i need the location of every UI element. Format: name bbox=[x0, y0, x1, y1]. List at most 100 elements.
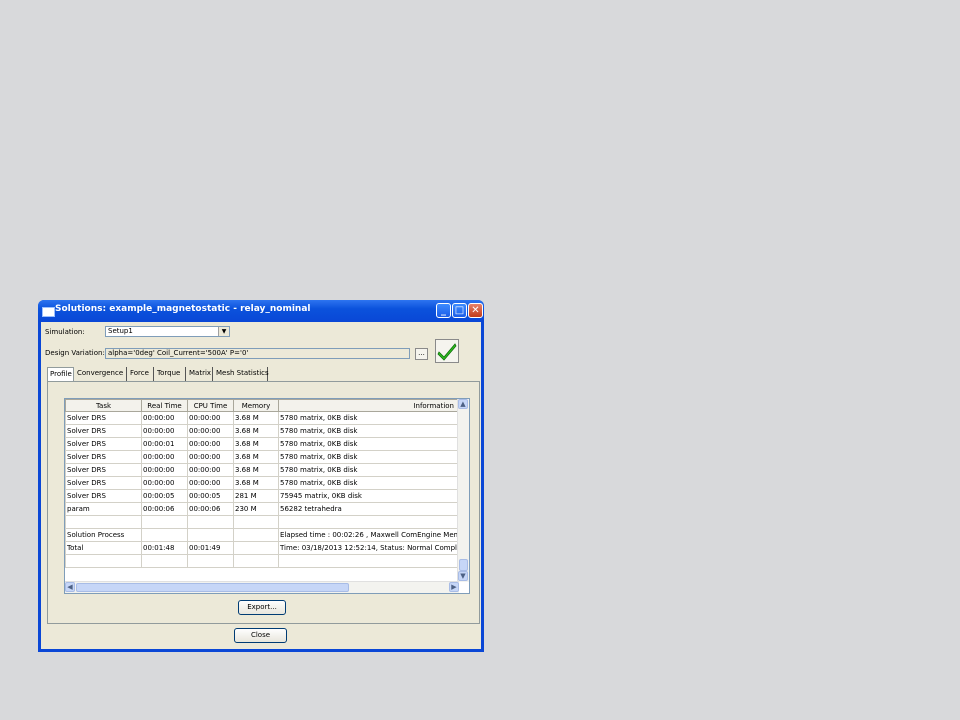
simulation-label: Simulation: bbox=[45, 328, 85, 336]
table-cell: 230 M bbox=[233, 502, 279, 516]
table-cell: 5780 matrix, 0KB disk bbox=[278, 450, 459, 464]
tab-profile[interactable]: Profile bbox=[47, 367, 74, 382]
browse-variation-button[interactable]: ... bbox=[415, 348, 428, 360]
table-cell: 00:01:48 bbox=[141, 541, 188, 555]
table-cell bbox=[233, 515, 279, 529]
table-cell: 00:00:00 bbox=[187, 424, 234, 438]
table-cell: 5780 matrix, 0KB disk bbox=[278, 463, 459, 477]
table-cell: 3.68 M bbox=[233, 476, 279, 490]
chevron-down-icon[interactable]: ▼ bbox=[218, 327, 229, 336]
table-cell: Solver DRS bbox=[65, 489, 142, 503]
scroll-right-icon[interactable]: ▶ bbox=[449, 582, 459, 592]
close-button[interactable]: Close bbox=[234, 628, 287, 643]
column-header-cpu-time[interactable]: CPU Time bbox=[187, 399, 234, 412]
profile-panel: Task Real Time CPU Time Memory Informati… bbox=[47, 381, 480, 624]
dialog-body: Simulation: Setup1 ▼ Design Variation: a… bbox=[41, 322, 481, 649]
status-check-icon bbox=[435, 339, 459, 363]
table-cell bbox=[65, 515, 142, 529]
window-title: Solutions: example_magnetostatic - relay… bbox=[55, 304, 311, 314]
simulation-value: Setup1 bbox=[108, 327, 133, 335]
horizontal-scrollbar[interactable]: ◀ ▶ bbox=[65, 581, 459, 593]
table-cell: 3.68 M bbox=[233, 437, 279, 451]
column-header-task[interactable]: Task bbox=[65, 399, 142, 412]
table-cell bbox=[278, 554, 459, 568]
table-row[interactable]: Solver DRS 00:00:00 00:00:00 3.68 M 5780 mat… bbox=[65, 424, 459, 438]
table-row[interactable]: Solver DRS 00:00:05 00:00:05 281 M 75945 mat… bbox=[65, 489, 459, 503]
table-cell bbox=[233, 528, 279, 542]
table-cell: Solver DRS bbox=[65, 463, 142, 477]
table-cell: 3.68 M bbox=[233, 411, 279, 425]
table-cell: 5780 matrix, 0KB disk bbox=[278, 411, 459, 425]
table-cell: 00:00:00 bbox=[187, 476, 234, 490]
minimize-button[interactable]: _ bbox=[436, 303, 451, 318]
table-cell: 00:00:05 bbox=[187, 489, 234, 503]
simulation-select[interactable]: Setup1 ▼ bbox=[105, 326, 230, 337]
tab-torque[interactable]: Torque bbox=[155, 367, 186, 381]
table-cell: 5780 matrix, 0KB disk bbox=[278, 476, 459, 490]
close-icon: ✕ bbox=[471, 305, 480, 316]
table-cell: Solver DRS bbox=[65, 450, 142, 464]
table-cell: 00:00:01 bbox=[141, 437, 188, 451]
table-cell: Solution Process bbox=[65, 528, 142, 542]
table-cell: 00:00:00 bbox=[141, 411, 188, 425]
horizontal-scroll-thumb[interactable] bbox=[76, 583, 349, 592]
tab-matrix[interactable]: Matrix bbox=[187, 367, 213, 381]
scroll-down-icon[interactable]: ▼ bbox=[458, 571, 468, 581]
table-cell: 75945 matrix, 0KB disk bbox=[278, 489, 459, 503]
table-row[interactable]: param 00:00:06 00:00:06 230 M 56282 tetrahed… bbox=[65, 502, 459, 516]
table-cell bbox=[278, 515, 459, 529]
table-cell: 56282 tetrahedra bbox=[278, 502, 459, 516]
tab-mesh-statistics[interactable]: Mesh Statistics bbox=[214, 367, 269, 381]
column-header-real-time[interactable]: Real Time bbox=[141, 399, 188, 412]
vertical-scrollbar[interactable]: ▲ ▼ bbox=[457, 399, 469, 582]
table-row[interactable]: Solver DRS 00:00:00 00:00:00 3.68 M 5780 mat… bbox=[65, 476, 459, 490]
table-row[interactable]: Solver DRS 00:00:00 00:00:00 3.68 M 5780 mat… bbox=[65, 450, 459, 464]
design-variation-field[interactable]: alpha='0deg' Coil_Current='500A' P='0' bbox=[105, 348, 410, 359]
table-cell: 00:01:49 bbox=[187, 541, 234, 555]
table-cell: 281 M bbox=[233, 489, 279, 503]
table-cell bbox=[141, 554, 188, 568]
export-button[interactable]: Export... bbox=[238, 600, 286, 615]
column-header-information[interactable]: Information bbox=[278, 399, 459, 412]
table-cell: Solver DRS bbox=[65, 437, 142, 451]
table-row[interactable]: Solution Process Elapsed time : 00:02:26 … bbox=[65, 528, 459, 542]
table-cell: 3.68 M bbox=[233, 450, 279, 464]
maximize-button[interactable]: □ bbox=[452, 303, 467, 318]
table-row[interactable] bbox=[65, 515, 459, 529]
vertical-scroll-thumb[interactable] bbox=[459, 559, 468, 571]
tab-convergence[interactable]: Convergence bbox=[75, 367, 127, 381]
table-row[interactable]: Solver DRS 00:00:01 00:00:00 3.68 M 5780 mat… bbox=[65, 437, 459, 451]
table-cell: Solver DRS bbox=[65, 411, 142, 425]
table-row[interactable]: Total 00:01:48 00:01:49 Time: 03/18/2013 12… bbox=[65, 541, 459, 555]
table-cell bbox=[187, 554, 234, 568]
table-cell: 00:00:00 bbox=[141, 476, 188, 490]
table-cell: 5780 matrix, 0KB disk bbox=[278, 424, 459, 438]
tab-force[interactable]: Force bbox=[128, 367, 154, 381]
table-cell: 00:00:00 bbox=[187, 437, 234, 451]
table-header: Task Real Time CPU Time Memory Informati… bbox=[65, 399, 459, 412]
solutions-dialog: Solutions: example_magnetostatic - relay… bbox=[38, 300, 484, 652]
close-window-button[interactable]: ✕ bbox=[468, 303, 483, 318]
table-cell: param bbox=[65, 502, 142, 516]
table-cell bbox=[141, 515, 188, 529]
table-cell bbox=[141, 528, 188, 542]
table-cell bbox=[65, 554, 142, 568]
table-row[interactable] bbox=[65, 554, 459, 568]
table-cell: 3.68 M bbox=[233, 463, 279, 477]
table-cell bbox=[187, 515, 234, 529]
table-cell: 00:00:00 bbox=[187, 411, 234, 425]
table-cell: 00:00:00 bbox=[141, 463, 188, 477]
scroll-up-icon[interactable]: ▲ bbox=[458, 399, 468, 409]
table-row[interactable]: Solver DRS 00:00:00 00:00:00 3.68 M 5780 mat… bbox=[65, 411, 459, 425]
window-icon bbox=[42, 307, 55, 317]
table-cell: 00:00:00 bbox=[141, 450, 188, 464]
table-cell: 00:00:00 bbox=[187, 463, 234, 477]
table-row[interactable]: Solver DRS 00:00:00 00:00:00 3.68 M 5780 mat… bbox=[65, 463, 459, 477]
profile-table[interactable]: Task Real Time CPU Time Memory Informati… bbox=[64, 398, 470, 594]
table-cell: 00:00:05 bbox=[141, 489, 188, 503]
column-header-memory[interactable]: Memory bbox=[233, 399, 279, 412]
table-cell: 00:00:00 bbox=[187, 450, 234, 464]
title-bar[interactable]: Solutions: example_magnetostatic - relay… bbox=[38, 300, 484, 322]
table-cell: 5780 matrix, 0KB disk bbox=[278, 437, 459, 451]
scroll-left-icon[interactable]: ◀ bbox=[65, 582, 75, 592]
